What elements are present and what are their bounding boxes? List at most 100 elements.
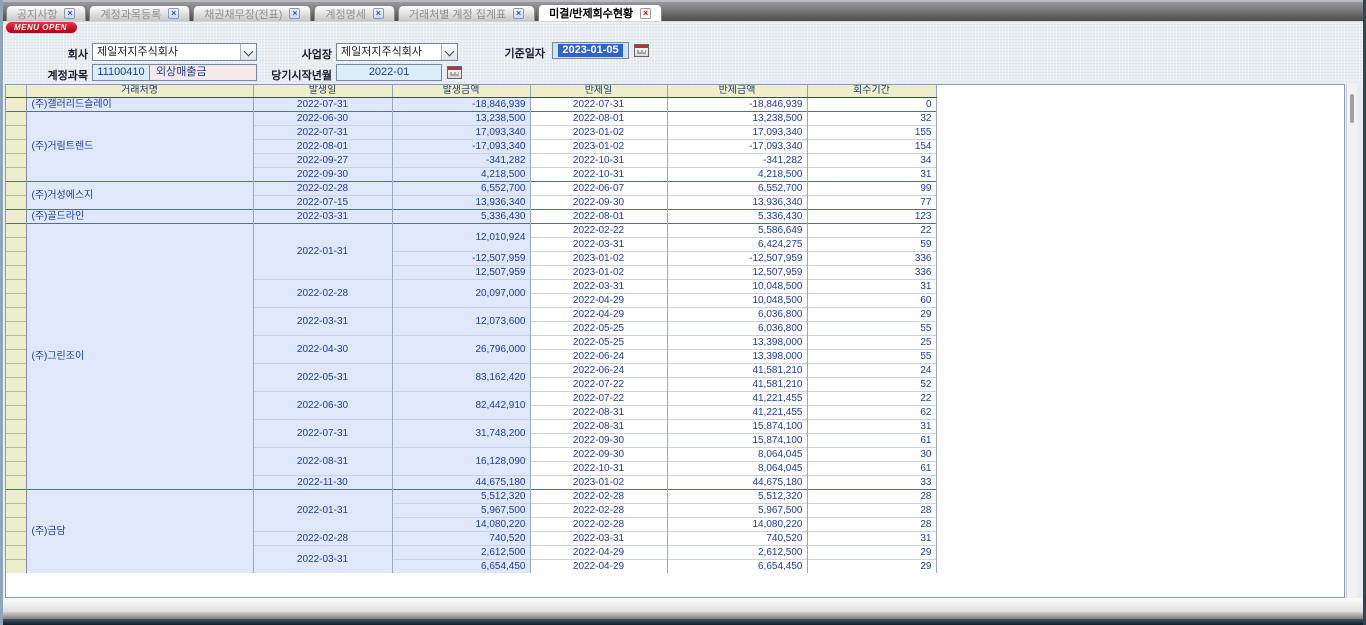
cell-occurrence-amount[interactable]: 17,093,340 <box>392 126 530 140</box>
cell-collection-days[interactable]: 31 <box>807 420 936 434</box>
base-date-input[interactable]: 2023-01-05 <box>552 42 629 59</box>
cell-collection-days[interactable]: 0 <box>807 98 936 112</box>
cell-settlement-date[interactable]: 2022-09-30 <box>530 196 667 210</box>
cell-occurrence-date[interactable]: 2022-06-30 <box>253 112 392 126</box>
cell-occurrence-amount[interactable]: 82,442,910 <box>392 392 530 420</box>
cell-settlement-date[interactable]: 2022-07-22 <box>530 392 667 406</box>
cell-occurrence-amount[interactable]: 5,967,500 <box>392 504 530 518</box>
cell-occurrence-date[interactable]: 2022-08-01 <box>253 140 392 154</box>
cell-settlement-date[interactable]: 2023-01-02 <box>530 266 667 280</box>
cell-settlement-amount[interactable]: 6,654,450 <box>667 560 807 574</box>
account-code-input[interactable]: 11100410 <box>92 64 150 81</box>
cell-settlement-date[interactable]: 2023-01-02 <box>530 476 667 490</box>
row-indicator[interactable] <box>6 336 26 350</box>
cell-collection-days[interactable]: 62 <box>807 406 936 420</box>
calendar-icon[interactable] <box>447 66 462 79</box>
row-indicator[interactable] <box>6 126 26 140</box>
cell-settlement-date[interactable]: 2022-05-25 <box>530 322 667 336</box>
cell-settlement-amount[interactable]: 2,612,500 <box>667 546 807 560</box>
cell-occurrence-amount[interactable]: 6,654,450 <box>392 560 530 574</box>
cell-collection-days[interactable]: 28 <box>807 518 936 532</box>
row-indicator[interactable] <box>6 350 26 364</box>
cell-occurrence-date[interactable]: 2022-07-31 <box>253 420 392 448</box>
cell-collection-days[interactable]: 33 <box>807 476 936 490</box>
cell-settlement-date[interactable]: 2022-10-31 <box>530 462 667 476</box>
cell-occurrence-amount[interactable]: 13,238,500 <box>392 112 530 126</box>
cell-collection-days[interactable]: 28 <box>807 490 936 504</box>
cell-occurrence-date[interactable]: 2022-05-31 <box>253 364 392 392</box>
cell-settlement-amount[interactable]: 5,512,320 <box>667 490 807 504</box>
cell-collection-days[interactable]: 31 <box>807 168 936 182</box>
cell-customer-name[interactable]: (주)갤러리드슬레이 <box>26 98 253 112</box>
cell-settlement-amount[interactable]: 17,093,340 <box>667 126 807 140</box>
cell-settlement-amount[interactable]: 13,398,000 <box>667 350 807 364</box>
cell-collection-days[interactable]: 32 <box>807 112 936 126</box>
close-icon[interactable]: × <box>373 8 384 19</box>
cell-collection-days[interactable]: 336 <box>807 252 936 266</box>
cell-settlement-date[interactable]: 2022-02-28 <box>530 504 667 518</box>
cell-collection-days[interactable]: 29 <box>807 546 936 560</box>
cell-occurrence-amount[interactable]: 12,073,600 <box>392 308 530 336</box>
cell-settlement-amount[interactable]: 41,581,210 <box>667 364 807 378</box>
cell-settlement-amount[interactable]: 15,874,100 <box>667 434 807 448</box>
cell-settlement-date[interactable]: 2022-03-31 <box>530 280 667 294</box>
cell-occurrence-amount[interactable]: 31,748,200 <box>392 420 530 448</box>
cell-occurrence-date[interactable]: 2022-02-28 <box>253 280 392 308</box>
cell-settlement-amount[interactable]: -341,282 <box>667 154 807 168</box>
cell-settlement-amount[interactable]: -18,846,939 <box>667 98 807 112</box>
cell-customer-name[interactable]: (주)거성에스지 <box>26 182 253 210</box>
cell-settlement-amount[interactable]: 4,218,500 <box>667 168 807 182</box>
cell-customer-name[interactable]: (주)거림트렌드 <box>26 112 253 182</box>
row-indicator[interactable] <box>6 490 26 504</box>
cell-settlement-date[interactable]: 2022-08-01 <box>530 112 667 126</box>
cell-occurrence-date[interactable]: 2022-02-28 <box>253 182 392 196</box>
cell-occurrence-amount[interactable]: 740,520 <box>392 532 530 546</box>
cell-collection-days[interactable]: 55 <box>807 350 936 364</box>
cell-settlement-date[interactable]: 2022-08-31 <box>530 406 667 420</box>
row-indicator[interactable] <box>6 378 26 392</box>
cell-settlement-amount[interactable]: -17,093,340 <box>667 140 807 154</box>
cell-collection-days[interactable]: 29 <box>807 560 936 574</box>
cell-settlement-date[interactable]: 2022-05-25 <box>530 336 667 350</box>
cell-settlement-amount[interactable]: -12,507,959 <box>667 252 807 266</box>
cell-occurrence-date[interactable]: 2022-02-28 <box>253 532 392 546</box>
cell-collection-days[interactable]: 155 <box>807 126 936 140</box>
row-indicator[interactable] <box>6 168 26 182</box>
cell-settlement-date[interactable]: 2023-01-02 <box>530 126 667 140</box>
row-indicator[interactable] <box>6 406 26 420</box>
chevron-down-icon[interactable] <box>441 44 457 60</box>
tab-거래처별 계정 집계표[interactable]: 거래처별 계정 집계표× <box>398 5 535 21</box>
cell-occurrence-date[interactable]: 2022-03-31 <box>253 308 392 336</box>
row-indicator[interactable] <box>6 238 26 252</box>
row-indicator[interactable] <box>6 154 26 168</box>
cell-occurrence-date[interactable]: 2022-11-30 <box>253 476 392 490</box>
cell-collection-days[interactable]: 34 <box>807 154 936 168</box>
row-indicator[interactable] <box>6 364 26 378</box>
row-indicator[interactable] <box>6 392 26 406</box>
cell-occurrence-amount[interactable]: 16,128,090 <box>392 448 530 476</box>
row-indicator[interactable] <box>6 532 26 546</box>
company-select[interactable]: 제일저지주식회사 <box>92 43 257 61</box>
row-indicator[interactable] <box>6 266 26 280</box>
cell-settlement-date[interactable]: 2022-10-31 <box>530 168 667 182</box>
period-start-input[interactable]: 2022-01 <box>336 64 442 81</box>
cell-occurrence-date[interactable]: 2022-01-31 <box>253 224 392 280</box>
cell-occurrence-date[interactable]: 2022-09-27 <box>253 154 392 168</box>
calendar-icon[interactable] <box>634 44 649 57</box>
cell-occurrence-amount[interactable]: 12,010,924 <box>392 224 530 252</box>
cell-settlement-date[interactable]: 2022-03-31 <box>530 532 667 546</box>
cell-settlement-amount[interactable]: 5,336,430 <box>667 210 807 224</box>
cell-settlement-amount[interactable]: 6,036,800 <box>667 308 807 322</box>
cell-settlement-date[interactable]: 2022-04-29 <box>530 294 667 308</box>
cell-settlement-date[interactable]: 2022-02-28 <box>530 518 667 532</box>
cell-settlement-date[interactable]: 2022-04-29 <box>530 560 667 574</box>
cell-occurrence-date[interactable]: 2022-04-30 <box>253 336 392 364</box>
cell-settlement-date[interactable]: 2022-06-24 <box>530 350 667 364</box>
row-indicator[interactable] <box>6 224 26 238</box>
tab-공지사항[interactable]: 공지사항× <box>6 5 86 21</box>
cell-collection-days[interactable]: 60 <box>807 294 936 308</box>
tab-채권채무장(전표)[interactable]: 채권채무장(전표)× <box>193 5 311 21</box>
cell-occurrence-amount[interactable]: 13,936,340 <box>392 196 530 210</box>
row-indicator[interactable] <box>6 322 26 336</box>
scrollbar-thumb[interactable] <box>1350 94 1354 123</box>
